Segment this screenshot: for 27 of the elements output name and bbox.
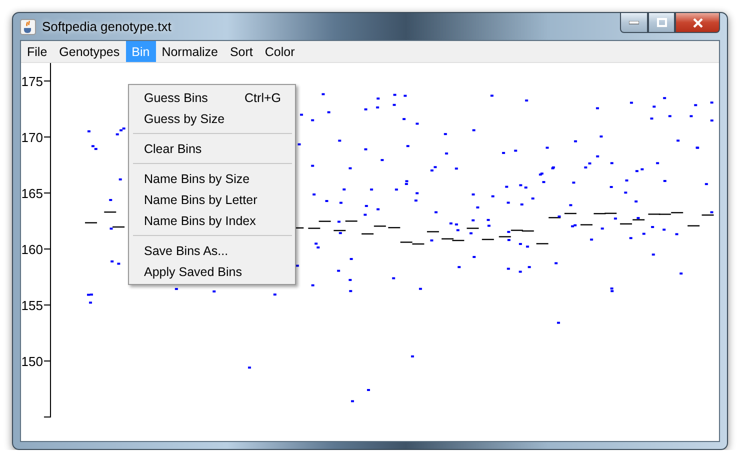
menu-option[interactable]: Clear Bins — [129, 138, 295, 159]
menu-option[interactable]: Guess Bins Ctrl+G — [129, 87, 295, 108]
tick-label: 165 — [21, 186, 43, 201]
menu-option[interactable]: Name Bins by Letter — [129, 189, 295, 210]
menu-option[interactable]: Save Bins As... — [129, 240, 295, 261]
maximize-button[interactable] — [648, 13, 675, 33]
menu-option[interactable]: Name Bins by Size — [129, 168, 295, 189]
close-button[interactable] — [675, 13, 720, 33]
menu-item[interactable]: File — [21, 41, 54, 62]
menu-option[interactable]: Guess by Size — [129, 108, 295, 129]
window-title: Softpedia genotype.txt — [42, 19, 172, 34]
java-cup-icon — [20, 18, 36, 34]
maximize-icon — [656, 18, 666, 27]
close-icon — [692, 18, 702, 28]
tick-label: 160 — [21, 242, 43, 257]
menu-option[interactable]: Apply Saved Bins — [129, 261, 295, 282]
menu-item[interactable]: Normalize — [156, 41, 224, 62]
tick-label: 170 — [21, 130, 43, 145]
menu-option[interactable]: Name Bins by Index — [129, 210, 295, 231]
tick-label: 175 — [21, 74, 43, 89]
tick-label: 150 — [21, 354, 43, 369]
tick-label: 155 — [21, 298, 43, 313]
menu-item[interactable]: Genotypes — [53, 41, 126, 62]
minimize-button[interactable] — [620, 13, 648, 33]
menu-item[interactable]: Sort — [224, 41, 259, 62]
menu-item[interactable]: Color — [258, 41, 301, 62]
minimize-icon — [629, 20, 639, 24]
